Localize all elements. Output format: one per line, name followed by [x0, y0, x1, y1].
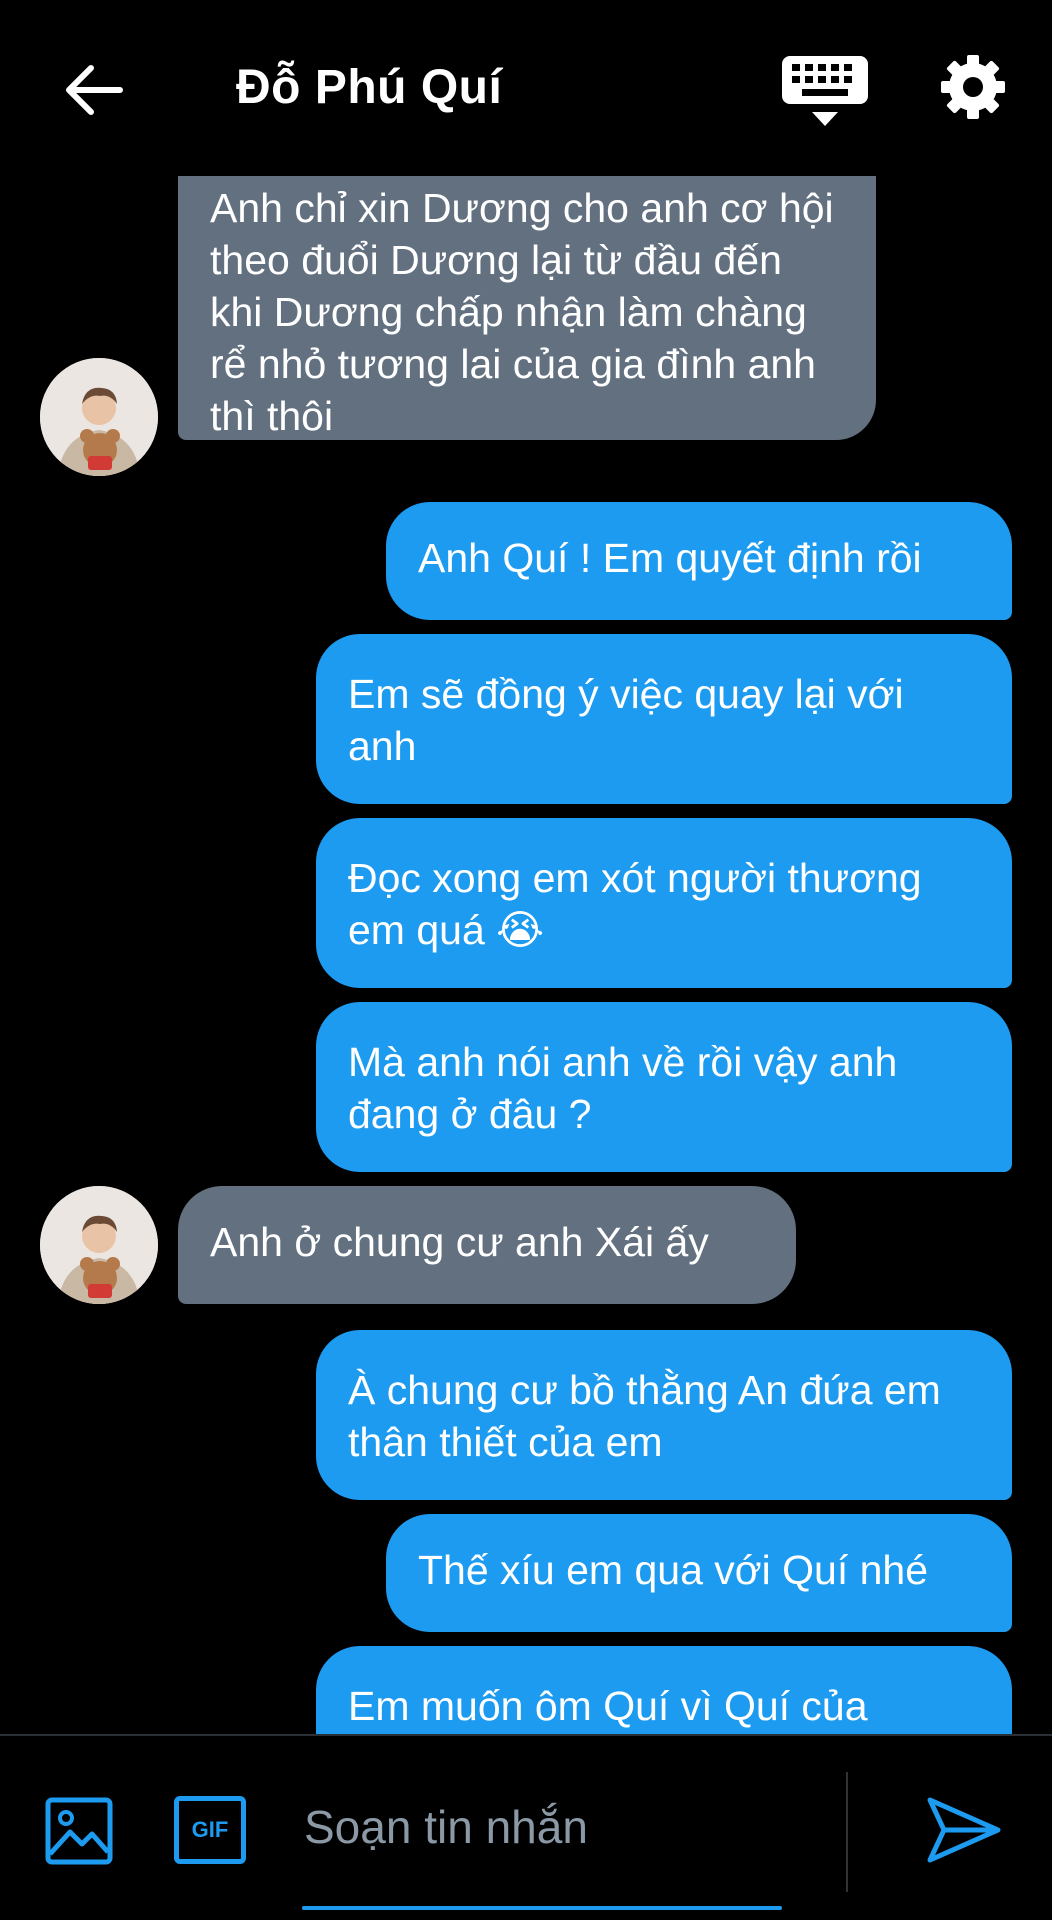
message-bubble-outgoing[interactable]: Em sẽ đồng ý việc quay lại với anh	[316, 634, 1012, 804]
message-bubble-outgoing[interactable]: Em muốn ôm Quí vì Quí của	[316, 1646, 1012, 1734]
message-bubble-outgoing[interactable]: Đọc xong em xót người thương em quá 😭	[316, 818, 1012, 988]
message-list[interactable]: Anh chỉ xin Dương cho anh cơ hội theo đu…	[0, 176, 1052, 1734]
input-underline	[302, 1906, 782, 1910]
message-text: Anh chỉ xin Dương cho anh cơ hội theo đu…	[210, 185, 834, 439]
message-text: À chung cư bồ thằng An đứa em thân thiết…	[348, 1367, 941, 1465]
message-text: Anh ở chung cư anh Xái ấy	[210, 1219, 709, 1265]
contact-avatar[interactable]	[40, 358, 158, 476]
message-input[interactable]	[302, 1776, 786, 1878]
gif-label: GIF	[191, 1817, 229, 1842]
composer-divider	[846, 1772, 848, 1892]
avatar-image	[40, 358, 158, 476]
message-bubble-outgoing[interactable]: À chung cư bồ thằng An đứa em thân thiết…	[316, 1330, 1012, 1500]
message-text: Em muốn ôm Quí vì Quí của	[348, 1683, 868, 1729]
image-icon[interactable]	[44, 1796, 114, 1866]
message-text: Đọc xong em xót người thương em quá 😭	[348, 855, 922, 953]
avatar-image	[40, 1186, 158, 1304]
message-bubble-incoming[interactable]: Anh chỉ xin Dương cho anh cơ hội theo đu…	[178, 176, 876, 440]
message-bubble-outgoing[interactable]: Thế xíu em qua với Quí nhé	[386, 1514, 1012, 1632]
gear-icon[interactable]	[940, 54, 1006, 120]
message-text: Thế xíu em qua với Quí nhé	[418, 1547, 929, 1593]
gif-button[interactable]: GIF	[174, 1796, 246, 1864]
message-bubble-outgoing[interactable]: Mà anh nói anh về rồi vậy anh đang ở đâu…	[316, 1002, 1012, 1172]
send-icon[interactable]	[924, 1794, 1004, 1866]
chat-header: Đỗ Phú Quí	[0, 0, 1052, 176]
message-text: Em sẽ đồng ý việc quay lại với anh	[348, 671, 904, 769]
back-arrow-icon[interactable]	[58, 55, 128, 125]
message-composer: GIF	[0, 1734, 1052, 1920]
message-text: Anh Quí ! Em quyết định rồi	[418, 535, 922, 581]
message-bubble-incoming[interactable]: Anh ở chung cư anh Xái ấy	[178, 1186, 796, 1304]
contact-avatar[interactable]	[40, 1186, 158, 1304]
contact-name[interactable]: Đỗ Phú Quí	[236, 60, 502, 115]
keyboard-icon[interactable]	[780, 54, 870, 128]
message-text: Mà anh nói anh về rồi vậy anh đang ở đâu…	[348, 1039, 898, 1137]
message-bubble-outgoing[interactable]: Anh Quí ! Em quyết định rồi	[386, 502, 1012, 620]
